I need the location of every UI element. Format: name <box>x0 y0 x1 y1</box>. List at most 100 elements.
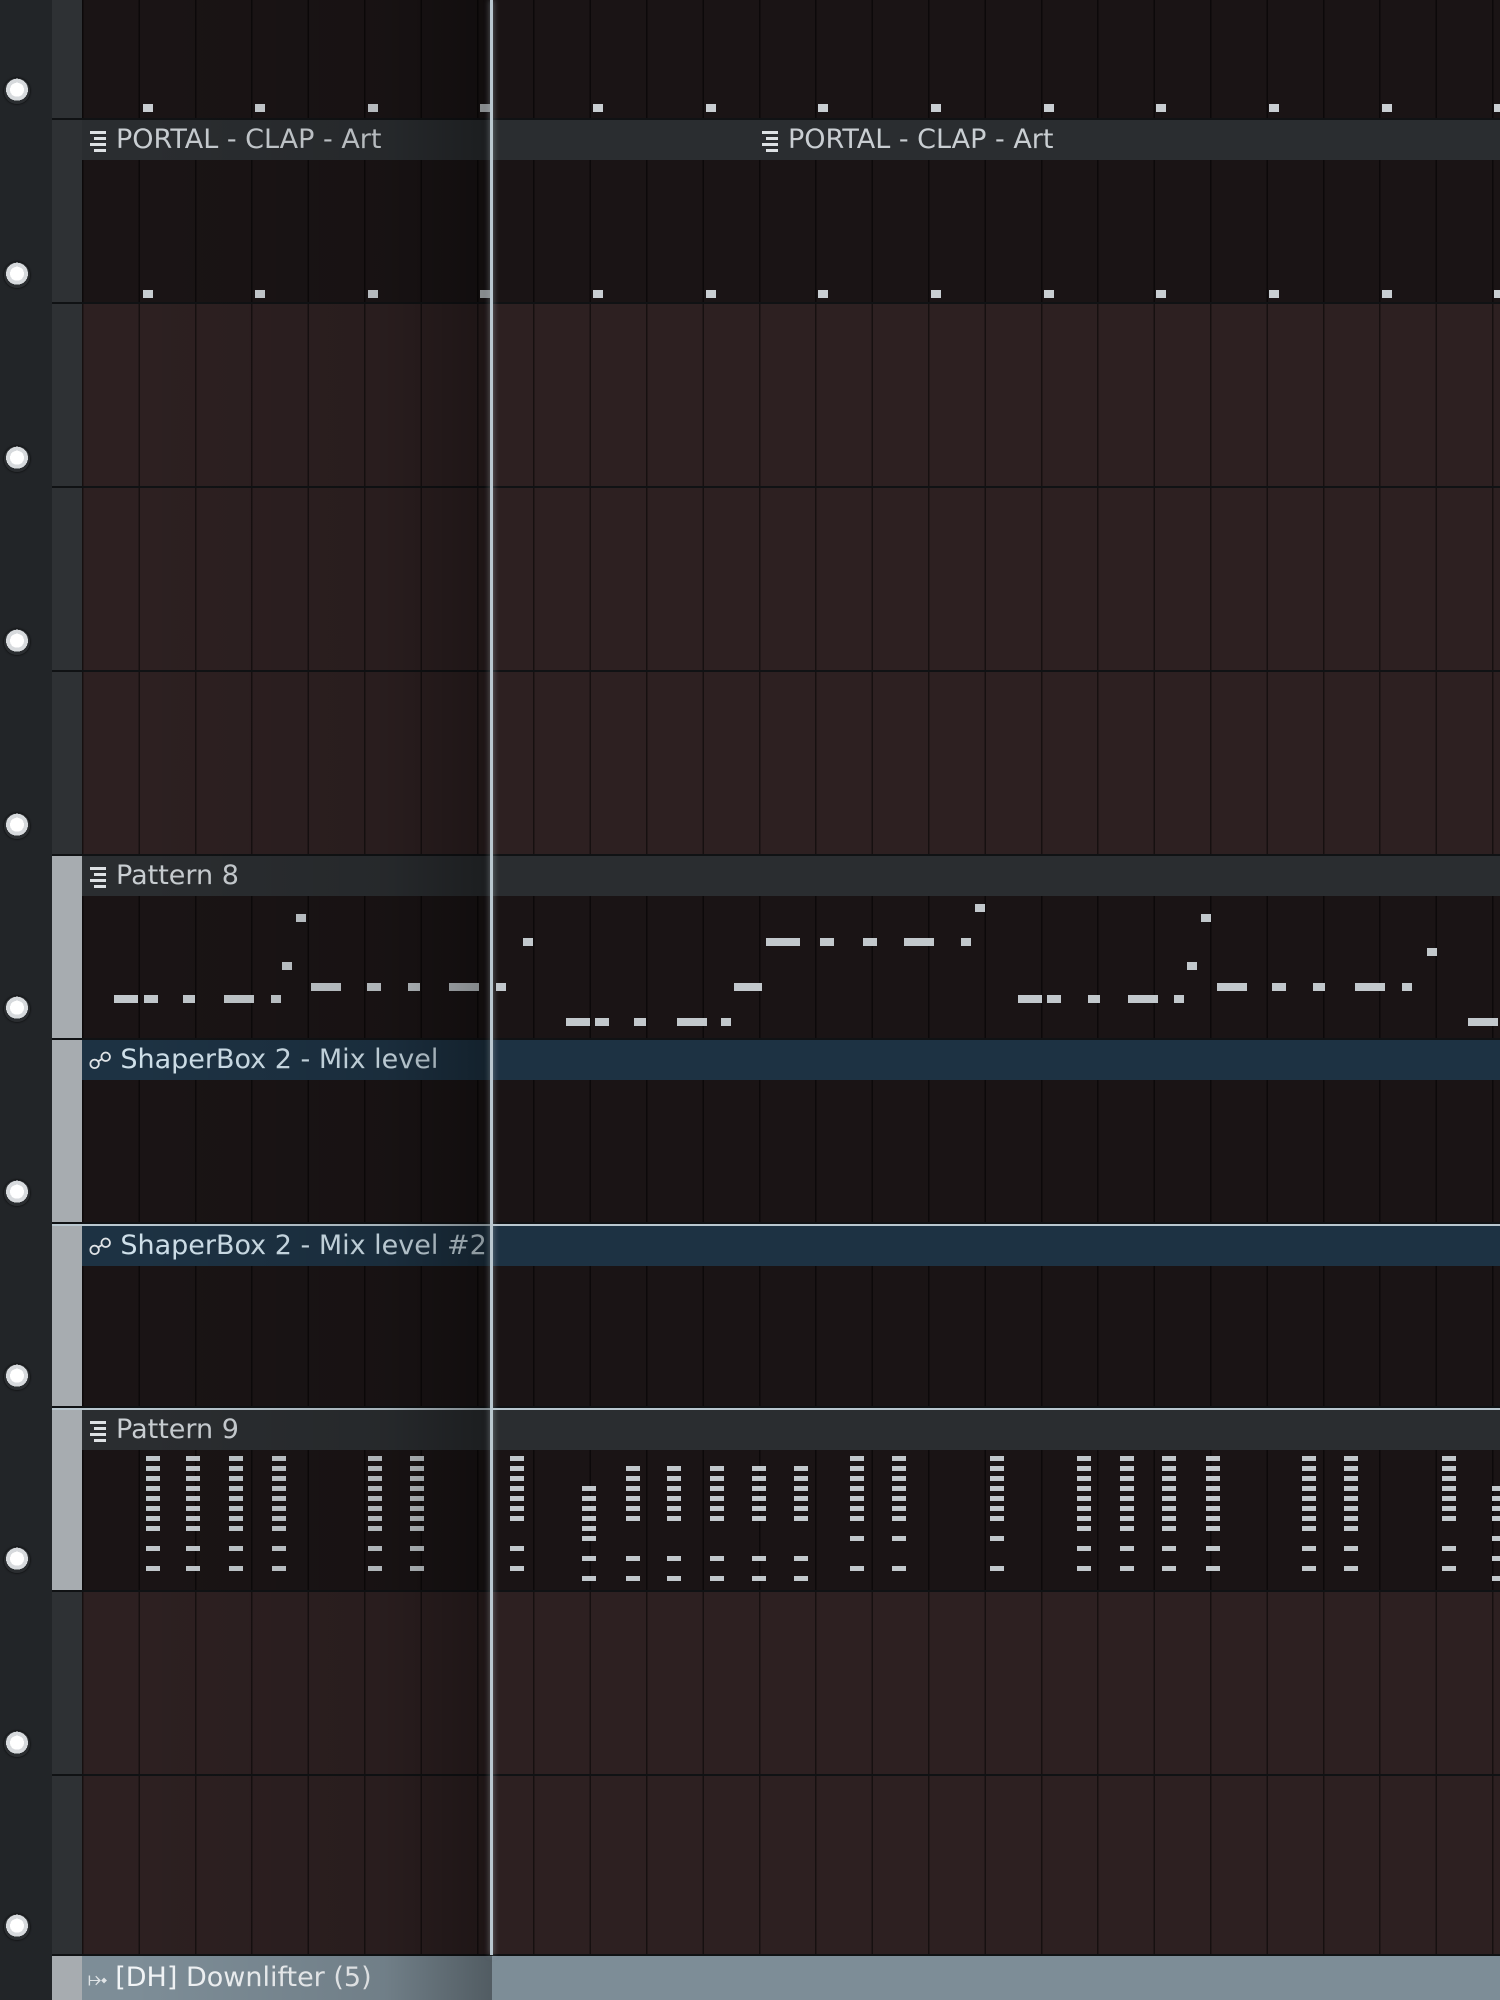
note <box>1302 1456 1316 1461</box>
playlist-track-9[interactable]: Pattern 9 <box>52 1408 1500 1592</box>
track-1-mute-led[interactable] <box>4 78 30 104</box>
note <box>1344 1566 1358 1571</box>
playlist-track-11[interactable] <box>52 1776 1500 1956</box>
clip-header-pattern-9[interactable]: Pattern 9 <box>82 1410 1500 1450</box>
note <box>1162 1506 1176 1511</box>
track-3-mute-led[interactable] <box>4 446 30 472</box>
note <box>1302 1486 1316 1491</box>
note <box>710 1466 724 1471</box>
clip-header-downlifter[interactable]: ⤠ [DH] Downlifter (5) <box>82 1956 1500 2000</box>
playlist-track-3[interactable] <box>52 304 1500 488</box>
note <box>114 995 138 1003</box>
note <box>820 938 834 946</box>
track-5-empty-lane[interactable] <box>82 672 1500 854</box>
track-1-handle[interactable] <box>52 0 83 118</box>
note <box>146 1496 160 1501</box>
note <box>510 1566 524 1571</box>
track-3-handle[interactable] <box>52 304 83 486</box>
track-11-handle[interactable] <box>52 1776 83 1954</box>
track-8-mute-led[interactable] <box>4 1364 30 1390</box>
track-3-empty-lane[interactable] <box>82 304 1500 486</box>
note <box>582 1496 596 1501</box>
track-7-mute-led[interactable] <box>4 1180 30 1206</box>
note <box>1344 1506 1358 1511</box>
track-5-mute-led[interactable] <box>4 813 30 839</box>
note-tick <box>143 104 153 112</box>
playlist-track-6[interactable]: Pattern 8 <box>52 856 1500 1040</box>
note <box>1088 995 1100 1003</box>
note <box>752 1516 766 1521</box>
note <box>1302 1516 1316 1521</box>
track-7-handle[interactable] <box>52 1040 83 1222</box>
note <box>892 1456 906 1461</box>
playlist-track-1[interactable] <box>52 0 1500 120</box>
track-6-mute-led[interactable] <box>4 996 30 1022</box>
track-2-mute-led[interactable] <box>4 262 30 288</box>
note <box>410 1496 424 1501</box>
note <box>595 1018 609 1026</box>
note <box>1206 1566 1220 1571</box>
note <box>892 1496 906 1501</box>
note <box>523 938 533 946</box>
track-5-handle[interactable] <box>52 672 83 854</box>
note <box>186 1486 200 1491</box>
note <box>710 1496 724 1501</box>
track-10-empty-lane[interactable] <box>82 1592 1500 1774</box>
playlist-track-area[interactable]: PORTAL - CLAP - Art PORTAL - CLAP - Art <box>52 0 1500 2000</box>
track-9-mute-led[interactable] <box>4 1547 30 1573</box>
note <box>1272 983 1286 991</box>
track-2-handle[interactable] <box>52 120 83 302</box>
track-2-notes <box>82 160 1500 302</box>
note <box>186 1456 200 1461</box>
playlist-track-10[interactable] <box>52 1592 1500 1776</box>
note <box>1206 1496 1220 1501</box>
note-tick <box>1382 104 1392 112</box>
note <box>677 1018 707 1026</box>
track-12-handle[interactable] <box>52 1956 83 2000</box>
track-4-handle[interactable] <box>52 488 83 670</box>
playlist-track-7[interactable]: ☍ ShaperBox 2 - Mix level <box>52 1040 1500 1224</box>
note <box>449 983 479 991</box>
note <box>1077 1516 1091 1521</box>
note <box>752 1496 766 1501</box>
note <box>410 1506 424 1511</box>
clip-header-shaperbox-mix-level-2[interactable]: ☍ ShaperBox 2 - Mix level #2 <box>82 1226 1500 1266</box>
track-6-handle[interactable] <box>52 856 83 1038</box>
track-9-handle[interactable] <box>52 1410 83 1590</box>
playlist-track-8[interactable]: ☍ ShaperBox 2 - Mix level #2 <box>52 1224 1500 1408</box>
note <box>1206 1516 1220 1521</box>
note <box>1206 1486 1220 1491</box>
playhead-marker[interactable] <box>490 0 493 1955</box>
note <box>272 1546 286 1551</box>
track-4-empty-lane[interactable] <box>82 488 1500 670</box>
note <box>582 1506 596 1511</box>
note <box>634 1018 646 1026</box>
note <box>582 1516 596 1521</box>
note <box>626 1506 640 1511</box>
clip-header-portal-clap[interactable]: PORTAL - CLAP - Art PORTAL - CLAP - Art <box>82 120 1500 160</box>
note <box>1077 1476 1091 1481</box>
track-8-handle[interactable] <box>52 1226 83 1406</box>
note <box>990 1566 1004 1571</box>
clip-name: Pattern 9 <box>116 1414 239 1445</box>
track-11-empty-lane[interactable] <box>82 1776 1500 1954</box>
track-1-clip-body[interactable] <box>82 0 1500 118</box>
playlist-track-12[interactable]: ⤠ [DH] Downlifter (5) <box>52 1956 1500 2000</box>
note <box>1344 1466 1358 1471</box>
clip-header-pattern-8[interactable]: Pattern 8 <box>82 856 1500 896</box>
clip-label: ☍ ShaperBox 2 - Mix level #2 <box>88 1226 487 1266</box>
note <box>410 1456 424 1461</box>
track-10-mute-led[interactable] <box>4 1731 30 1757</box>
note <box>752 1466 766 1471</box>
note <box>850 1536 864 1541</box>
note <box>1492 1576 1500 1581</box>
clip-header-shaperbox-mix-level[interactable]: ☍ ShaperBox 2 - Mix level <box>82 1040 1500 1080</box>
playlist-track-4[interactable] <box>52 488 1500 672</box>
playlist-track-2[interactable]: PORTAL - CLAP - Art PORTAL - CLAP - Art <box>52 120 1500 304</box>
track-10-handle[interactable] <box>52 1592 83 1774</box>
track-11-mute-led[interactable] <box>4 1914 30 1940</box>
playlist-track-5[interactable] <box>52 672 1500 856</box>
track-4-mute-led[interactable] <box>4 629 30 655</box>
note <box>1442 1546 1456 1551</box>
note <box>1206 1546 1220 1551</box>
